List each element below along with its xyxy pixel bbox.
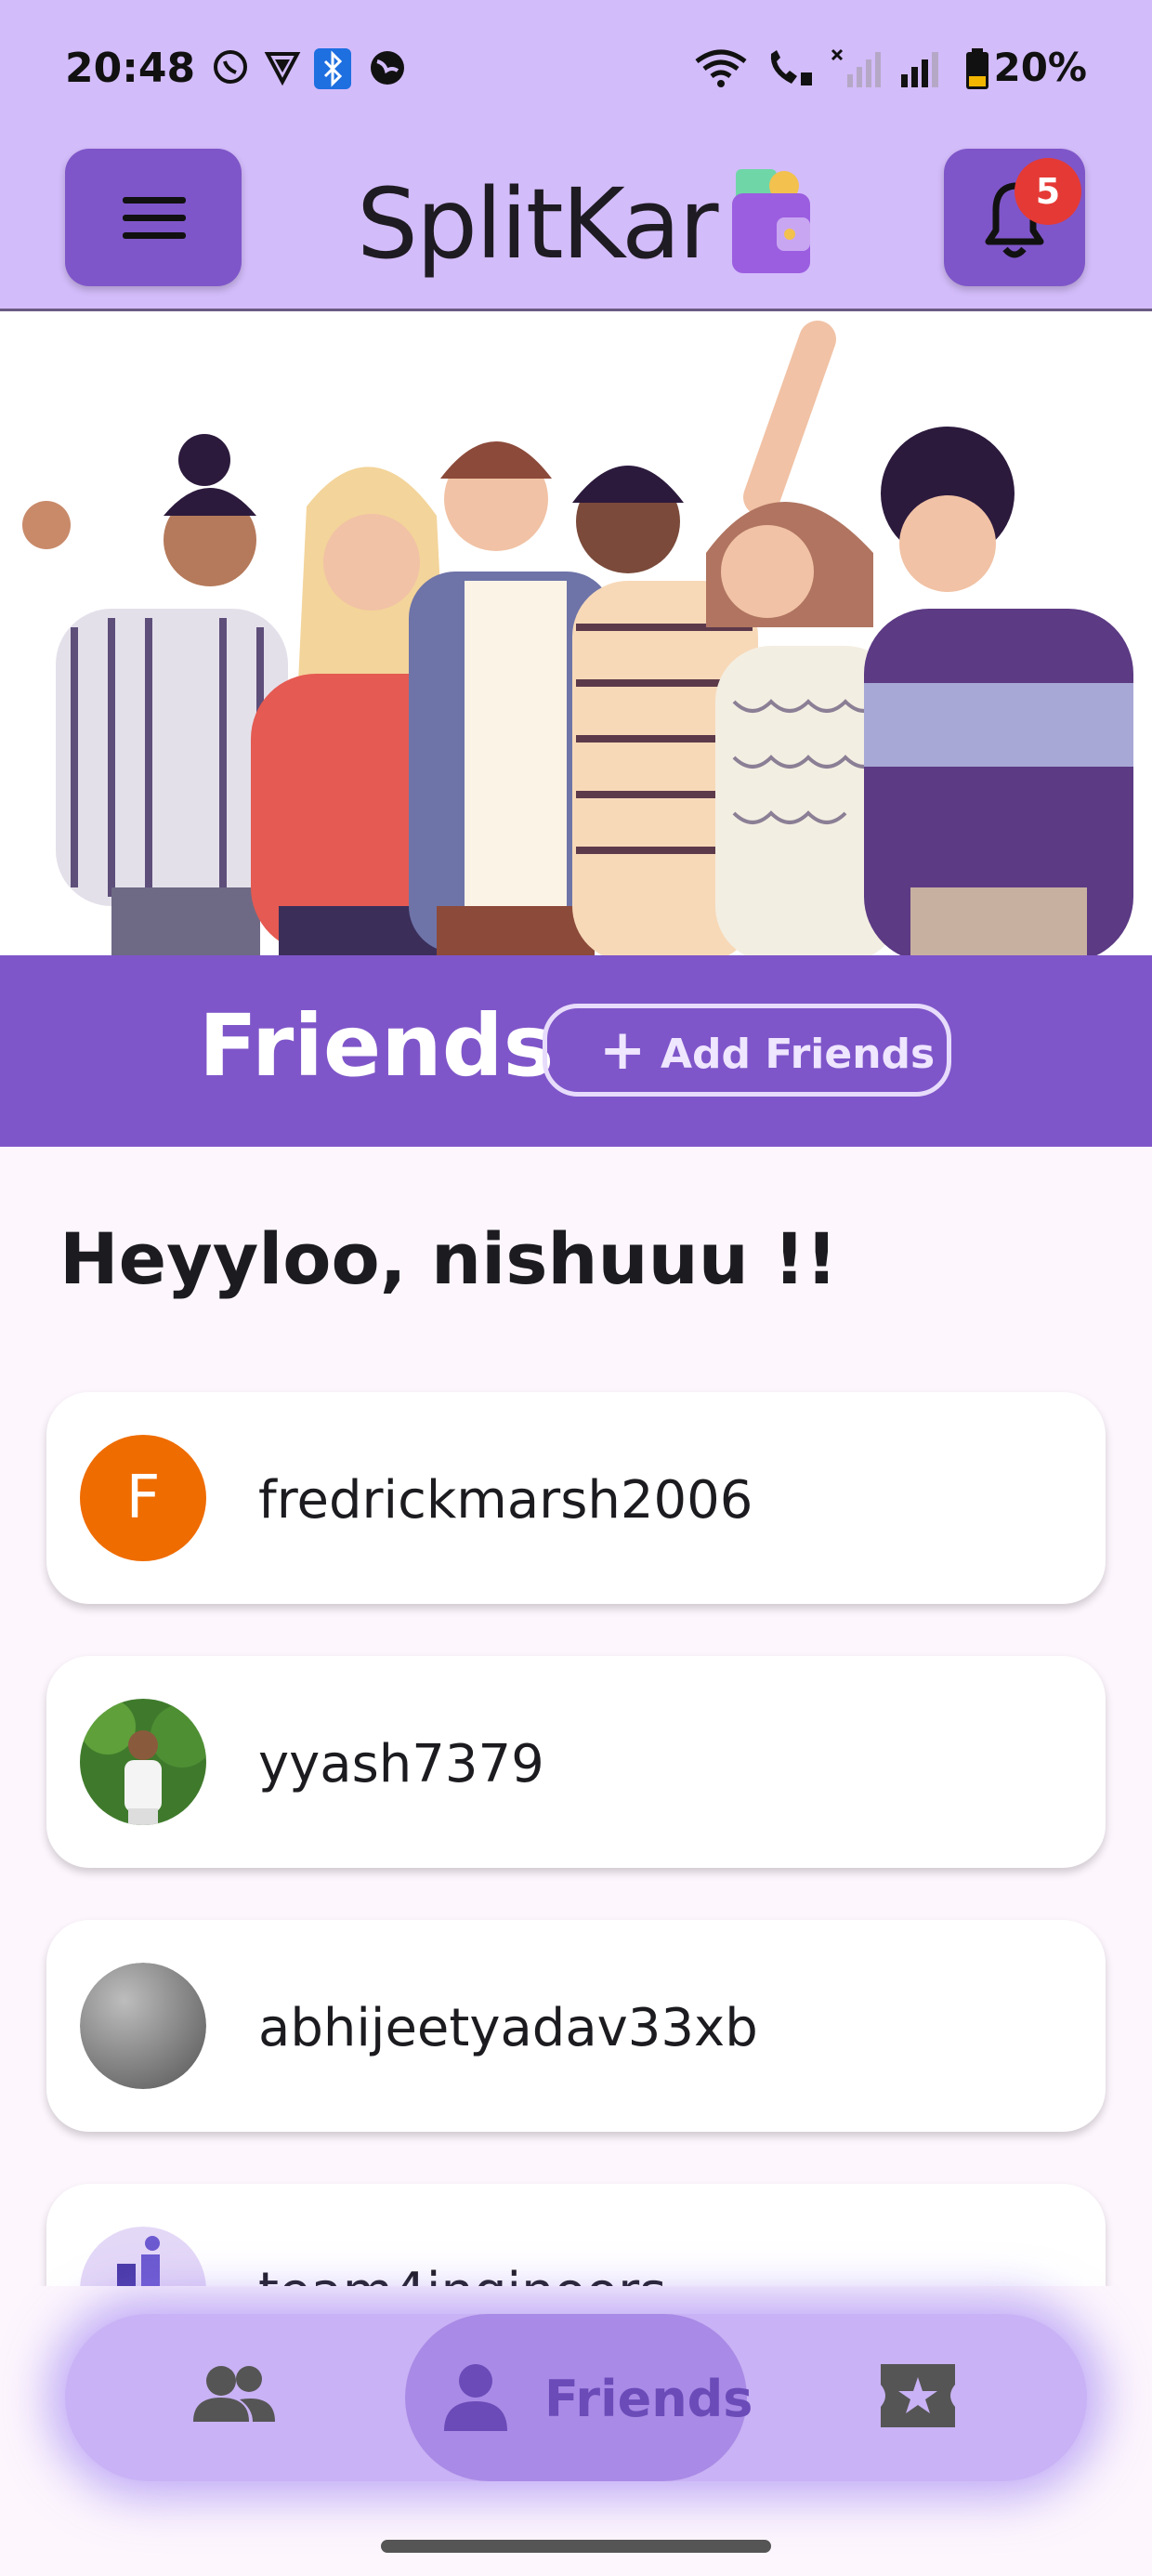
wifi-icon bbox=[695, 49, 747, 87]
plus-icon: + bbox=[599, 1018, 647, 1083]
signal-sim1-icon bbox=[831, 48, 881, 87]
whatsapp-icon bbox=[214, 50, 247, 84]
avatar bbox=[80, 1963, 206, 2089]
hero-illustration bbox=[0, 311, 1152, 955]
signal-sim2-icon bbox=[901, 52, 938, 87]
battery-icon bbox=[966, 48, 988, 89]
gray-sphere-avatar bbox=[80, 1963, 206, 2089]
battery-percentage: 20% bbox=[993, 45, 1087, 90]
friend-card[interactable]: F fredrickmarsh2006 bbox=[46, 1392, 1106, 1604]
avatar-initial: F bbox=[125, 1464, 161, 1532]
greeting-text: Heyyloo, nishuuu !! bbox=[59, 1217, 838, 1300]
bottom-navigation: Friends bbox=[65, 2314, 1087, 2481]
section-title: Friends bbox=[199, 996, 555, 1096]
friend-name: team4inginoors bbox=[258, 2262, 666, 2286]
friends-list[interactable]: F fredrickmarsh2006 yyash7379 abhijeetya… bbox=[0, 1366, 1152, 2286]
hamburger-menu-icon bbox=[123, 197, 186, 239]
add-friends-label: Add Friends bbox=[661, 1031, 936, 1078]
person-icon bbox=[444, 2364, 507, 2431]
menu-button[interactable] bbox=[65, 149, 242, 286]
status-bar: 20:48 20% bbox=[0, 0, 1152, 139]
friends-section-header: Friends + Add Friends bbox=[0, 955, 1152, 1147]
friend-name: fredrickmarsh2006 bbox=[258, 1470, 753, 1531]
bluetooth-icon bbox=[314, 48, 351, 89]
globe-icon bbox=[371, 51, 404, 85]
wallet-logo-icon bbox=[732, 169, 810, 273]
wifi-call-icon bbox=[770, 50, 812, 85]
add-friends-button[interactable]: + Add Friends bbox=[543, 1004, 951, 1097]
friend-card[interactable]: team4inginoors bbox=[46, 2184, 1106, 2286]
vpn-shield-icon bbox=[264, 52, 301, 85]
avatar bbox=[80, 1699, 206, 1825]
notification-count-badge: 5 bbox=[1015, 158, 1081, 225]
nav-friends-label: Friends bbox=[544, 2370, 753, 2428]
ticket-star-icon[interactable] bbox=[881, 2364, 955, 2427]
app-title: SplitKar bbox=[357, 167, 718, 281]
app-header: SplitKar bbox=[0, 139, 1152, 311]
avatar bbox=[80, 2227, 206, 2286]
friend-card[interactable]: yyash7379 bbox=[46, 1656, 1106, 1868]
friend-card[interactable]: abhijeetyadav33xb bbox=[46, 1920, 1106, 2132]
status-time: 20:48 bbox=[65, 45, 196, 92]
groups-icon[interactable] bbox=[193, 2362, 275, 2429]
friend-name: abhijeetyadav33xb bbox=[258, 1998, 758, 2058]
avatar: F bbox=[80, 1435, 206, 1561]
nav-item-friends[interactable]: Friends bbox=[405, 2314, 753, 2481]
profile-photo bbox=[80, 1699, 206, 1825]
home-indicator[interactable] bbox=[381, 2540, 771, 2553]
group-of-friends-illustration bbox=[22, 321, 1133, 955]
friend-name: yyash7379 bbox=[258, 1734, 544, 1794]
team-logo-avatar bbox=[80, 2227, 206, 2286]
